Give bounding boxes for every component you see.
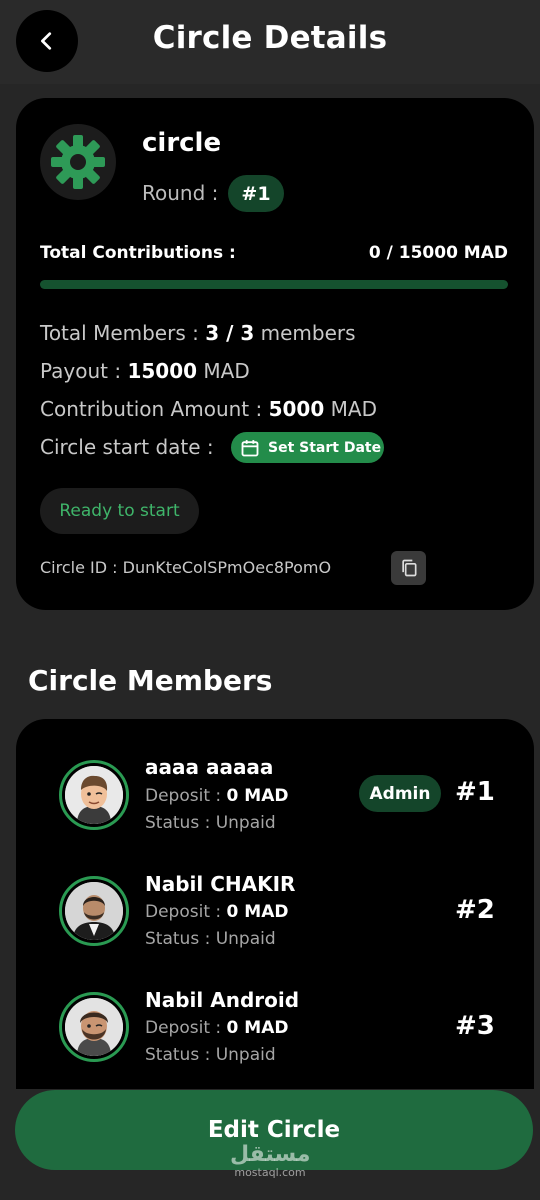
member-row-1[interactable]: aaaa aaaaa Deposit : 0 MAD Status : Unpa… — [0, 755, 540, 865]
avatar — [59, 760, 129, 830]
member-deposit: Deposit : 0 MAD — [145, 786, 288, 806]
circle-logo — [40, 124, 116, 200]
avatar — [59, 876, 129, 946]
contribution-amount-value: 5000 — [268, 397, 325, 421]
contribution-amount-row: Contribution Amount : 5000 MAD — [40, 397, 377, 421]
calendar-icon — [241, 439, 259, 456]
circle-details-screen: Circle Details circle Round : #1 Total C… — [0, 0, 540, 1200]
member-avatar-image — [65, 998, 123, 1056]
round-badge: #1 — [228, 175, 284, 212]
member-rank: #3 — [455, 1011, 495, 1041]
watermark-logo: مستقل mostaql.com — [230, 1142, 311, 1179]
member-name: Nabil CHAKIR — [145, 872, 296, 896]
gear-logo-icon — [51, 135, 105, 189]
photo-avatar-icon — [65, 882, 123, 940]
avatar — [59, 992, 129, 1062]
memoji-avatar-icon — [65, 998, 123, 1056]
contributions-progress-bar — [40, 280, 508, 289]
payout-row: Payout : 15000 MAD — [40, 359, 250, 383]
member-row-3[interactable]: Nabil Android Deposit : 0 MAD Status : U… — [0, 988, 540, 1098]
payout-label: Payout : — [40, 359, 122, 383]
deposit-value: 0 MAD — [226, 902, 289, 922]
deposit-label: Deposit : — [145, 1018, 222, 1038]
deposit-value: 0 MAD — [226, 786, 289, 806]
members-section-title: Circle Members — [28, 664, 273, 697]
contributions-label: Total Contributions : — [40, 243, 236, 263]
member-name: Nabil Android — [145, 988, 300, 1012]
member-status: Status : Unpaid — [145, 929, 276, 949]
circle-id: Circle ID : DunKteColSPmOec8PomO — [40, 558, 332, 577]
admin-badge: Admin — [359, 775, 441, 812]
page-title: Circle Details — [152, 20, 388, 56]
contribution-amount-unit: MAD — [330, 397, 377, 421]
status-badge: Ready to start — [40, 488, 199, 534]
member-name: aaaa aaaaa — [145, 755, 274, 779]
member-rank: #1 — [455, 777, 495, 807]
deposit-label: Deposit : — [145, 786, 222, 806]
member-status: Status : Unpaid — [145, 813, 276, 833]
payout-value: 15000 — [127, 359, 198, 383]
contributions-value: 0 / 15000 MAD — [368, 243, 508, 263]
total-members-row: Total Members : 3 / 3 members — [40, 321, 356, 345]
member-rank: #2 — [455, 895, 495, 925]
set-start-date-label: Set Start Date — [268, 439, 382, 456]
round-label: Round : — [142, 181, 219, 205]
member-status: Status : Unpaid — [145, 1045, 276, 1065]
total-members-label: Total Members : — [40, 321, 199, 345]
memoji-avatar-icon — [65, 766, 123, 824]
total-members-value: 3 / 3 — [205, 321, 255, 345]
top-app-bar: Circle Details — [0, 0, 540, 84]
set-start-date-button[interactable]: Set Start Date — [231, 432, 384, 463]
member-deposit: Deposit : 0 MAD — [145, 1018, 288, 1038]
copy-id-button[interactable] — [391, 551, 426, 585]
circle-name: circle — [142, 128, 222, 158]
member-avatar-image — [65, 882, 123, 940]
deposit-label: Deposit : — [145, 902, 222, 922]
member-deposit: Deposit : 0 MAD — [145, 902, 288, 922]
total-members-unit: members — [260, 321, 356, 345]
watermark-arabic: مستقل — [230, 1142, 311, 1167]
deposit-value: 0 MAD — [226, 1018, 289, 1038]
contribution-amount-label: Contribution Amount : — [40, 397, 263, 421]
watermark-latin: mostaql.com — [234, 1166, 306, 1179]
copy-icon — [401, 559, 416, 577]
start-date-label: Circle start date : — [40, 435, 214, 459]
member-avatar-image — [65, 766, 123, 824]
payout-unit: MAD — [203, 359, 250, 383]
member-row-2[interactable]: Nabil CHAKIR Deposit : 0 MAD Status : Un… — [0, 872, 540, 982]
